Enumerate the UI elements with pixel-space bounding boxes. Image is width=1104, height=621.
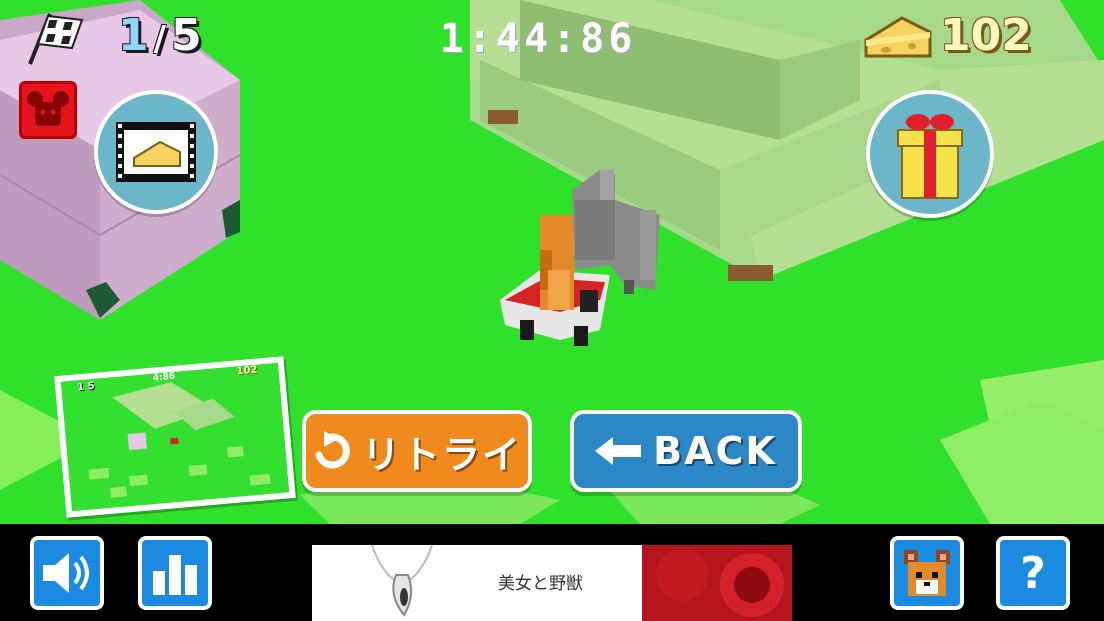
lap-counter: 1/5 xyxy=(118,8,203,67)
mouse-face-icon[interactable] xyxy=(19,81,77,139)
help-button[interactable]: ? xyxy=(996,536,1070,610)
thumbnail-time: 4:86 xyxy=(152,371,176,384)
video-cheese-button[interactable] xyxy=(94,90,218,214)
checkered-flag-icon xyxy=(28,13,84,65)
character-select-button[interactable] xyxy=(890,536,964,610)
retry-button[interactable]: リトライ xyxy=(302,410,532,492)
advertisement-banner[interactable]: 美女と野獣 xyxy=(312,545,792,621)
ranking-button[interactable] xyxy=(138,536,212,610)
retry-label: リトライ xyxy=(361,432,522,477)
help-label: ? xyxy=(1020,547,1046,599)
speaker-icon xyxy=(43,553,89,593)
cheese-count: 102 xyxy=(940,10,1032,61)
arrow-left-icon xyxy=(595,437,642,465)
gift-button[interactable] xyxy=(866,90,994,218)
video-cheese-icon xyxy=(116,122,196,182)
back-button[interactable]: BACK xyxy=(570,410,802,492)
lap-separator: / xyxy=(153,19,168,59)
thumbnail-cheese: 102 xyxy=(236,364,258,378)
lap-current: 1 xyxy=(118,10,150,61)
cheese-icon xyxy=(864,16,932,58)
ad-title: 美女と野獣 xyxy=(498,574,583,594)
gift-icon xyxy=(897,114,963,199)
bar-chart-icon xyxy=(153,555,197,595)
race-timer: 1:44:86 xyxy=(439,16,637,62)
thumbnail-lap: 1 5 xyxy=(76,380,96,394)
sound-button[interactable] xyxy=(30,536,104,610)
back-label: BACK xyxy=(653,429,777,473)
character-face-icon xyxy=(904,550,950,596)
lap-total: 5 xyxy=(171,10,203,61)
result-screenshot-thumbnail[interactable]: 1 5 4:86 102 xyxy=(54,356,296,518)
retry-icon xyxy=(315,431,350,469)
